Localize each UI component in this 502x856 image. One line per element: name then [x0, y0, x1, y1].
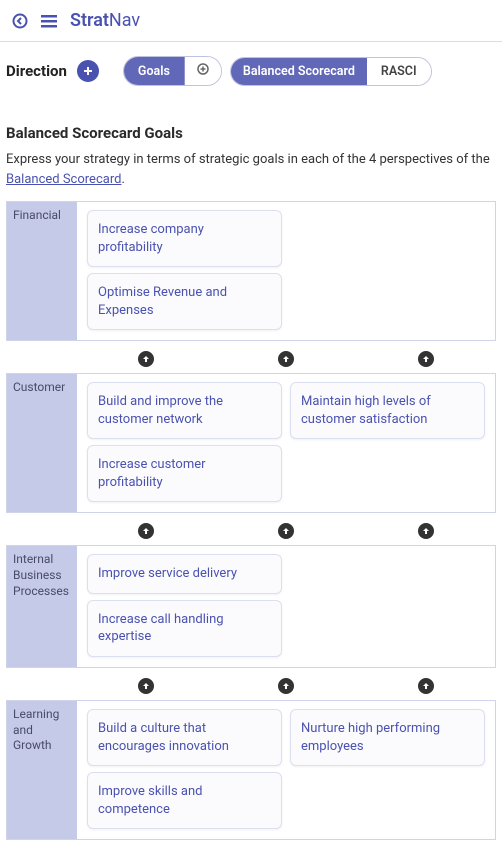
perspective-internal: Internal Business ProcessesImprove servi… — [6, 545, 496, 668]
arrow-up-icon[interactable] — [418, 523, 434, 539]
desc-post: . — [121, 172, 124, 187]
logo-strong: Strat — [70, 10, 109, 31]
arrow-up-icon[interactable] — [278, 351, 294, 367]
arrow-up-icon[interactable] — [138, 678, 154, 694]
direction-label: Direction — [6, 62, 67, 80]
desc-text: Express your strategy in terms of strate… — [6, 152, 490, 167]
goals-grid: Build and improve the customer networkMa… — [77, 374, 495, 512]
arrow-up-icon[interactable] — [418, 351, 434, 367]
goal-card[interactable]: Optimise Revenue and Expenses — [87, 273, 282, 330]
goals-grid: Build a culture that encourages innovati… — [77, 701, 495, 839]
goals-row: Increase call handling expertise — [87, 600, 485, 657]
balanced-scorecard-tab[interactable]: Balanced Scorecard — [231, 58, 367, 85]
toolbar: Direction Goals Balanced Scorecard RASCI — [0, 42, 502, 96]
arrow-up-icon[interactable] — [278, 678, 294, 694]
goals-row: Optimise Revenue and Expenses — [87, 273, 485, 330]
arrow-up-icon[interactable] — [138, 523, 154, 539]
goal-card[interactable]: Increase customer profitability — [87, 445, 282, 502]
goals-tab[interactable]: Goals — [124, 57, 185, 85]
perspective-label: Learning and Growth — [7, 701, 77, 839]
arrow-row — [6, 517, 496, 545]
goals-row: Improve skills and competence — [87, 772, 485, 829]
perspective-customer: CustomerBuild and improve the customer n… — [6, 373, 496, 513]
goal-card[interactable]: Nurture high performing employees — [290, 709, 485, 766]
goal-card[interactable]: Increase company profitability — [87, 210, 282, 267]
goals-row: Improve service delivery — [87, 554, 485, 594]
rasci-tab[interactable]: RASCI — [367, 58, 431, 85]
arrow-up-icon[interactable] — [418, 678, 434, 694]
add-goal-button[interactable] — [185, 57, 221, 85]
arrow-up-icon[interactable] — [138, 351, 154, 367]
app-logo[interactable]: StratNav — [70, 10, 140, 31]
goals-row: Build a culture that encourages innovati… — [87, 709, 485, 766]
add-direction-button[interactable] — [77, 60, 99, 82]
perspective-label: Customer — [7, 374, 77, 512]
goals-pill-group: Goals — [123, 56, 222, 86]
arrow-up-icon[interactable] — [278, 523, 294, 539]
arrow-row — [6, 345, 496, 373]
logo-light: Nav — [109, 10, 140, 31]
balanced-scorecard-link[interactable]: Balanced Scorecard — [6, 172, 121, 187]
goals-row: Build and improve the customer networkMa… — [87, 382, 485, 439]
scorecard-pill-group: Balanced Scorecard RASCI — [230, 57, 432, 86]
goal-card[interactable]: Build a culture that encourages innovati… — [87, 709, 282, 766]
goals-row: Increase customer profitability — [87, 445, 485, 502]
perspective-label: Financial — [7, 202, 77, 340]
goal-card[interactable]: Maintain high levels of customer satisfa… — [290, 382, 485, 439]
perspective-label: Internal Business Processes — [7, 546, 77, 667]
app-header: StratNav — [0, 0, 502, 42]
goals-grid: Improve service delivery Increase call ha… — [77, 546, 495, 667]
goals-row: Increase company profitability — [87, 210, 485, 267]
main-content: Balanced Scorecard Goals Express your st… — [0, 96, 502, 856]
perspective-learning: Learning and GrowthBuild a culture that … — [6, 700, 496, 840]
page-title: Balanced Scorecard Goals — [6, 124, 496, 142]
plus-icon — [197, 63, 209, 79]
goal-card[interactable]: Improve skills and competence — [87, 772, 282, 829]
back-icon[interactable] — [12, 13, 28, 29]
goal-card[interactable]: Improve service delivery — [87, 554, 282, 594]
page-description: Express your strategy in terms of strate… — [6, 150, 496, 189]
goals-grid: Increase company profitability Optimise R… — [77, 202, 495, 340]
goal-card[interactable]: Increase call handling expertise — [87, 600, 282, 657]
menu-icon[interactable] — [40, 13, 58, 29]
perspective-financial: FinancialIncrease company profitability O… — [6, 201, 496, 341]
goal-card[interactable]: Build and improve the customer network — [87, 382, 282, 439]
arrow-row — [6, 672, 496, 700]
